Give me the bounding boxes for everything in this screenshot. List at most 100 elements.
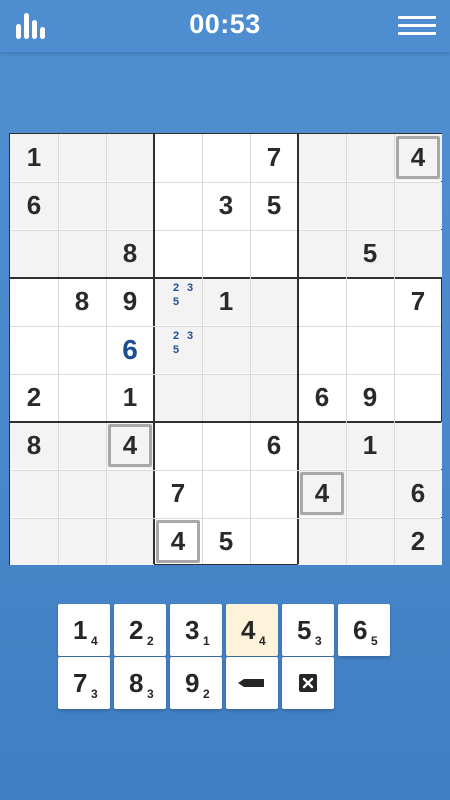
cell-r8c6[interactable] <box>250 470 298 517</box>
remaining-count: 3 <box>91 687 98 701</box>
cell-r5c2[interactable] <box>58 326 106 373</box>
cell-r5c6[interactable] <box>250 326 298 373</box>
digit-1-button[interactable]: 14 <box>58 604 110 656</box>
cell-r5c4[interactable]: 235 <box>154 326 202 373</box>
cell-r9c3[interactable] <box>106 518 154 565</box>
digit-8-button[interactable]: 83 <box>114 657 166 709</box>
cell-r4c4[interactable]: 235 <box>154 278 202 325</box>
cell-r9c9[interactable]: 2 <box>394 518 442 565</box>
cell-r6c9[interactable] <box>394 374 442 421</box>
cell-r1c1[interactable]: 1 <box>10 134 58 181</box>
cell-r7c9[interactable] <box>394 422 442 469</box>
digit-6-button[interactable]: 65 <box>338 604 390 656</box>
cell-r7c1[interactable]: 8 <box>10 422 58 469</box>
cell-r3c8[interactable]: 5 <box>346 230 394 277</box>
cell-r3c4[interactable] <box>154 230 202 277</box>
cell-r4c1[interactable] <box>10 278 58 325</box>
cell-r9c5[interactable]: 5 <box>202 518 250 565</box>
digit-9-button[interactable]: 92 <box>170 657 222 709</box>
cell-r1c3[interactable] <box>106 134 154 181</box>
cell-r5c8[interactable] <box>346 326 394 373</box>
cell-r4c9[interactable]: 7 <box>394 278 442 325</box>
cell-r6c6[interactable] <box>250 374 298 421</box>
cell-r2c3[interactable] <box>106 182 154 229</box>
menu-icon[interactable] <box>398 16 436 36</box>
digit-4-button[interactable]: 44 <box>226 604 278 656</box>
cell-r8c1[interactable] <box>10 470 58 517</box>
cell-r2c7[interactable] <box>298 182 346 229</box>
digit-7-button[interactable]: 73 <box>58 657 110 709</box>
pencil-mark: 3 <box>187 330 194 342</box>
cell-r2c4[interactable] <box>154 182 202 229</box>
cell-r8c4[interactable]: 7 <box>154 470 202 517</box>
cell-r4c2[interactable]: 8 <box>58 278 106 325</box>
remaining-count: 2 <box>147 634 154 648</box>
cell-r9c8[interactable] <box>346 518 394 565</box>
cell-r7c3[interactable]: 4 <box>106 422 154 469</box>
cell-r1c7[interactable] <box>298 134 346 181</box>
cell-r4c6[interactable] <box>250 278 298 325</box>
cell-r2c6[interactable]: 5 <box>250 182 298 229</box>
pencil-mode-button[interactable] <box>226 657 278 709</box>
cell-r2c1[interactable]: 6 <box>10 182 58 229</box>
cell-r3c7[interactable] <box>298 230 346 277</box>
cell-r4c5[interactable]: 1 <box>202 278 250 325</box>
cell-r3c3[interactable]: 8 <box>106 230 154 277</box>
cell-r3c2[interactable] <box>58 230 106 277</box>
cell-r3c9[interactable] <box>394 230 442 277</box>
cell-r7c6[interactable]: 6 <box>250 422 298 469</box>
cell-r1c4[interactable] <box>154 134 202 181</box>
cell-r6c5[interactable] <box>202 374 250 421</box>
cell-r8c5[interactable] <box>202 470 250 517</box>
cell-r9c2[interactable] <box>58 518 106 565</box>
cell-r1c6[interactable]: 7 <box>250 134 298 181</box>
remaining-count: 3 <box>147 687 154 701</box>
cell-r2c2[interactable] <box>58 182 106 229</box>
cell-r6c7[interactable]: 6 <box>298 374 346 421</box>
cell-r2c5[interactable]: 3 <box>202 182 250 229</box>
cell-r6c8[interactable]: 9 <box>346 374 394 421</box>
digit-2-button[interactable]: 22 <box>114 604 166 656</box>
cell-r4c3[interactable]: 9 <box>106 278 154 325</box>
cell-r1c5[interactable] <box>202 134 250 181</box>
cell-r7c7[interactable] <box>298 422 346 469</box>
cell-r6c1[interactable]: 2 <box>10 374 58 421</box>
cell-r9c7[interactable] <box>298 518 346 565</box>
cell-r6c3[interactable]: 1 <box>106 374 154 421</box>
cell-r8c3[interactable] <box>106 470 154 517</box>
cell-r6c4[interactable] <box>154 374 202 421</box>
digit-5-button[interactable]: 53 <box>282 604 334 656</box>
cell-r8c7[interactable]: 4 <box>298 470 346 517</box>
cell-r3c6[interactable] <box>250 230 298 277</box>
pencil-icon <box>226 657 278 709</box>
cell-r9c6[interactable] <box>250 518 298 565</box>
cell-value: 7 <box>266 142 282 172</box>
cell-r1c2[interactable] <box>58 134 106 181</box>
cell-r2c8[interactable] <box>346 182 394 229</box>
cell-r5c9[interactable] <box>394 326 442 373</box>
cell-r5c7[interactable] <box>298 326 346 373</box>
cell-r6c2[interactable] <box>58 374 106 421</box>
digit-3-button[interactable]: 31 <box>170 604 222 656</box>
cell-value: 9 <box>362 382 378 412</box>
cell-r7c8[interactable]: 1 <box>346 422 394 469</box>
cell-r8c2[interactable] <box>58 470 106 517</box>
cell-r7c2[interactable] <box>58 422 106 469</box>
cell-r1c8[interactable] <box>346 134 394 181</box>
cell-r9c4[interactable]: 4 <box>154 518 202 565</box>
cell-r3c1[interactable] <box>10 230 58 277</box>
cell-r4c7[interactable] <box>298 278 346 325</box>
cell-r7c5[interactable] <box>202 422 250 469</box>
cell-r8c9[interactable]: 6 <box>394 470 442 517</box>
cell-r9c1[interactable] <box>10 518 58 565</box>
erase-button[interactable] <box>282 657 334 709</box>
cell-r2c9[interactable] <box>394 182 442 229</box>
cell-r1c9[interactable]: 4 <box>394 134 442 181</box>
cell-r5c5[interactable] <box>202 326 250 373</box>
cell-r5c1[interactable] <box>10 326 58 373</box>
cell-r3c5[interactable] <box>202 230 250 277</box>
cell-r4c8[interactable] <box>346 278 394 325</box>
cell-r8c8[interactable] <box>346 470 394 517</box>
cell-r7c4[interactable] <box>154 422 202 469</box>
cell-r5c3[interactable]: 6 <box>106 326 154 373</box>
